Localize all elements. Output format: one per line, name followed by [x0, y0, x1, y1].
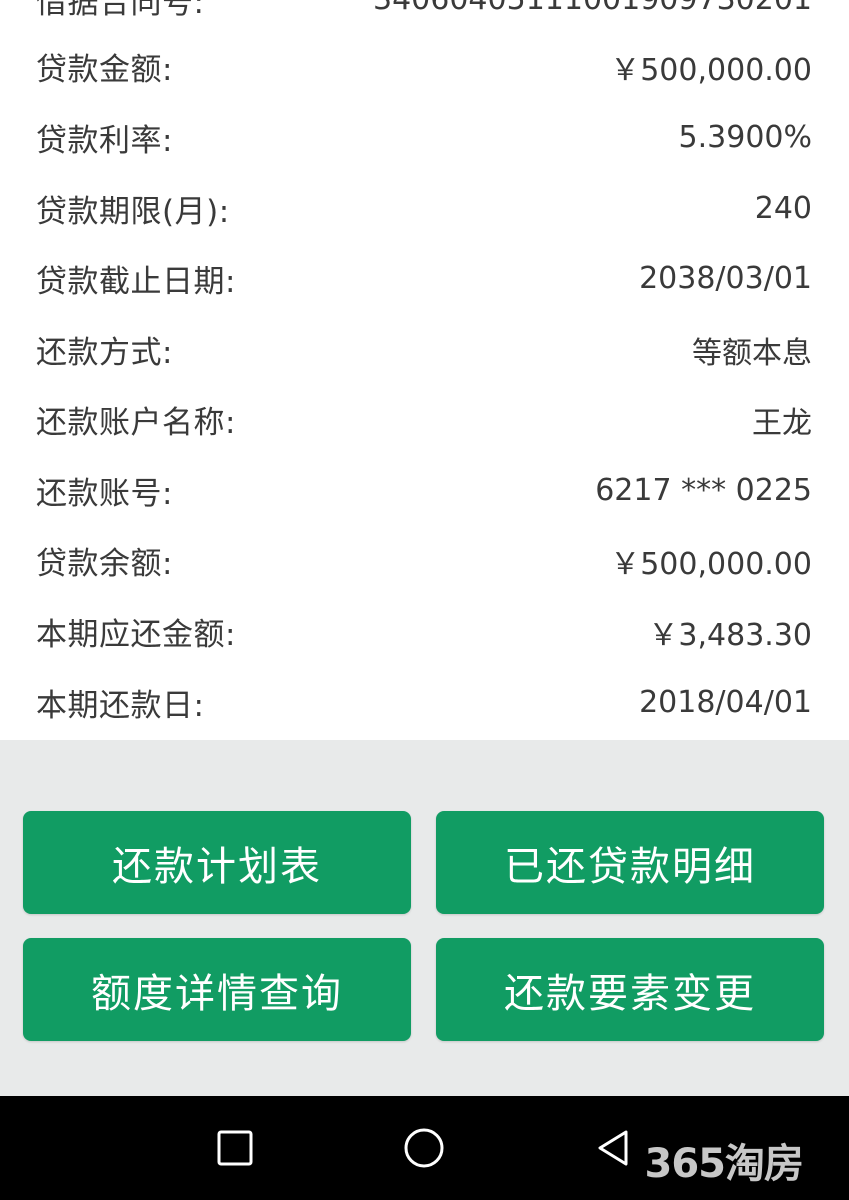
- repayment-schedule-button[interactable]: 还款计划表: [23, 811, 411, 914]
- detail-row-loan-balance: 贷款余额: ￥500,000.00: [0, 525, 849, 596]
- detail-label: 还款方式:: [36, 335, 173, 371]
- detail-value: 240: [754, 191, 812, 226]
- back-icon: [598, 1130, 628, 1166]
- detail-row-loan-term: 贷款期限(月): 240: [0, 173, 849, 244]
- detail-value: 34060405111001909730201: [373, 0, 812, 17]
- detail-value: 王龙: [752, 405, 812, 441]
- detail-label: 贷款余额:: [36, 546, 173, 582]
- detail-value: 2038/03/01: [639, 261, 812, 296]
- detail-value: 2018/04/01: [639, 685, 812, 720]
- detail-value: ￥500,000.00: [610, 546, 812, 582]
- detail-row-account-name: 还款账户名称: 王龙: [0, 384, 849, 455]
- credit-limit-details-button[interactable]: 额度详情查询: [23, 938, 411, 1041]
- detail-label: 还款账号:: [36, 476, 173, 512]
- home-icon: [404, 1128, 444, 1168]
- detail-label: 贷款利率:: [36, 123, 173, 159]
- repayment-change-button[interactable]: 还款要素变更: [436, 938, 824, 1041]
- detail-value: 5.3900%: [678, 120, 812, 155]
- detail-row-due-date: 本期还款日: 2018/04/01: [0, 667, 849, 738]
- detail-label: 还款账户名称:: [36, 405, 236, 441]
- detail-row-current-due: 本期应还金额: ￥3,483.30: [0, 596, 849, 667]
- detail-value: 6217 *** 0225: [595, 473, 812, 508]
- home-button[interactable]: [399, 1126, 449, 1170]
- detail-row-end-date: 贷款截止日期: 2038/03/01: [0, 243, 849, 314]
- detail-row-repayment-method: 还款方式: 等额本息: [0, 314, 849, 385]
- detail-row-interest-rate: 贷款利率: 5.3900%: [0, 102, 849, 173]
- detail-label: 贷款金额:: [36, 52, 173, 88]
- detail-label: 贷款期限(月):: [36, 194, 230, 230]
- detail-value: ￥3,483.30: [648, 617, 812, 653]
- detail-value: ￥500,000.00: [610, 52, 812, 88]
- loan-detail-list: 借据合同号: 34060405111001909730201 贷款金额: ￥50…: [0, 0, 849, 740]
- detail-row-loan-amount: 贷款金额: ￥500,000.00: [0, 31, 849, 102]
- recent-apps-icon: [217, 1130, 253, 1166]
- action-button-area: 还款计划表 已还贷款明细 额度详情查询 还款要素变更: [0, 740, 849, 1096]
- detail-row-account-number: 还款账号: 6217 *** 0225: [0, 455, 849, 526]
- back-button[interactable]: [588, 1126, 638, 1170]
- repaid-details-button[interactable]: 已还贷款明细: [436, 811, 824, 914]
- detail-label: 贷款截止日期:: [36, 264, 236, 300]
- detail-value: 等额本息: [692, 335, 812, 371]
- detail-label: 本期应还金额:: [36, 617, 236, 653]
- recent-apps-button[interactable]: [210, 1126, 260, 1170]
- detail-label: 借据合同号:: [36, 0, 205, 21]
- watermark-logo: 365淘房: [644, 1141, 804, 1187]
- detail-row-contract-no: 借据合同号: 34060405111001909730201: [0, 0, 849, 35]
- detail-label: 本期还款日:: [36, 688, 205, 724]
